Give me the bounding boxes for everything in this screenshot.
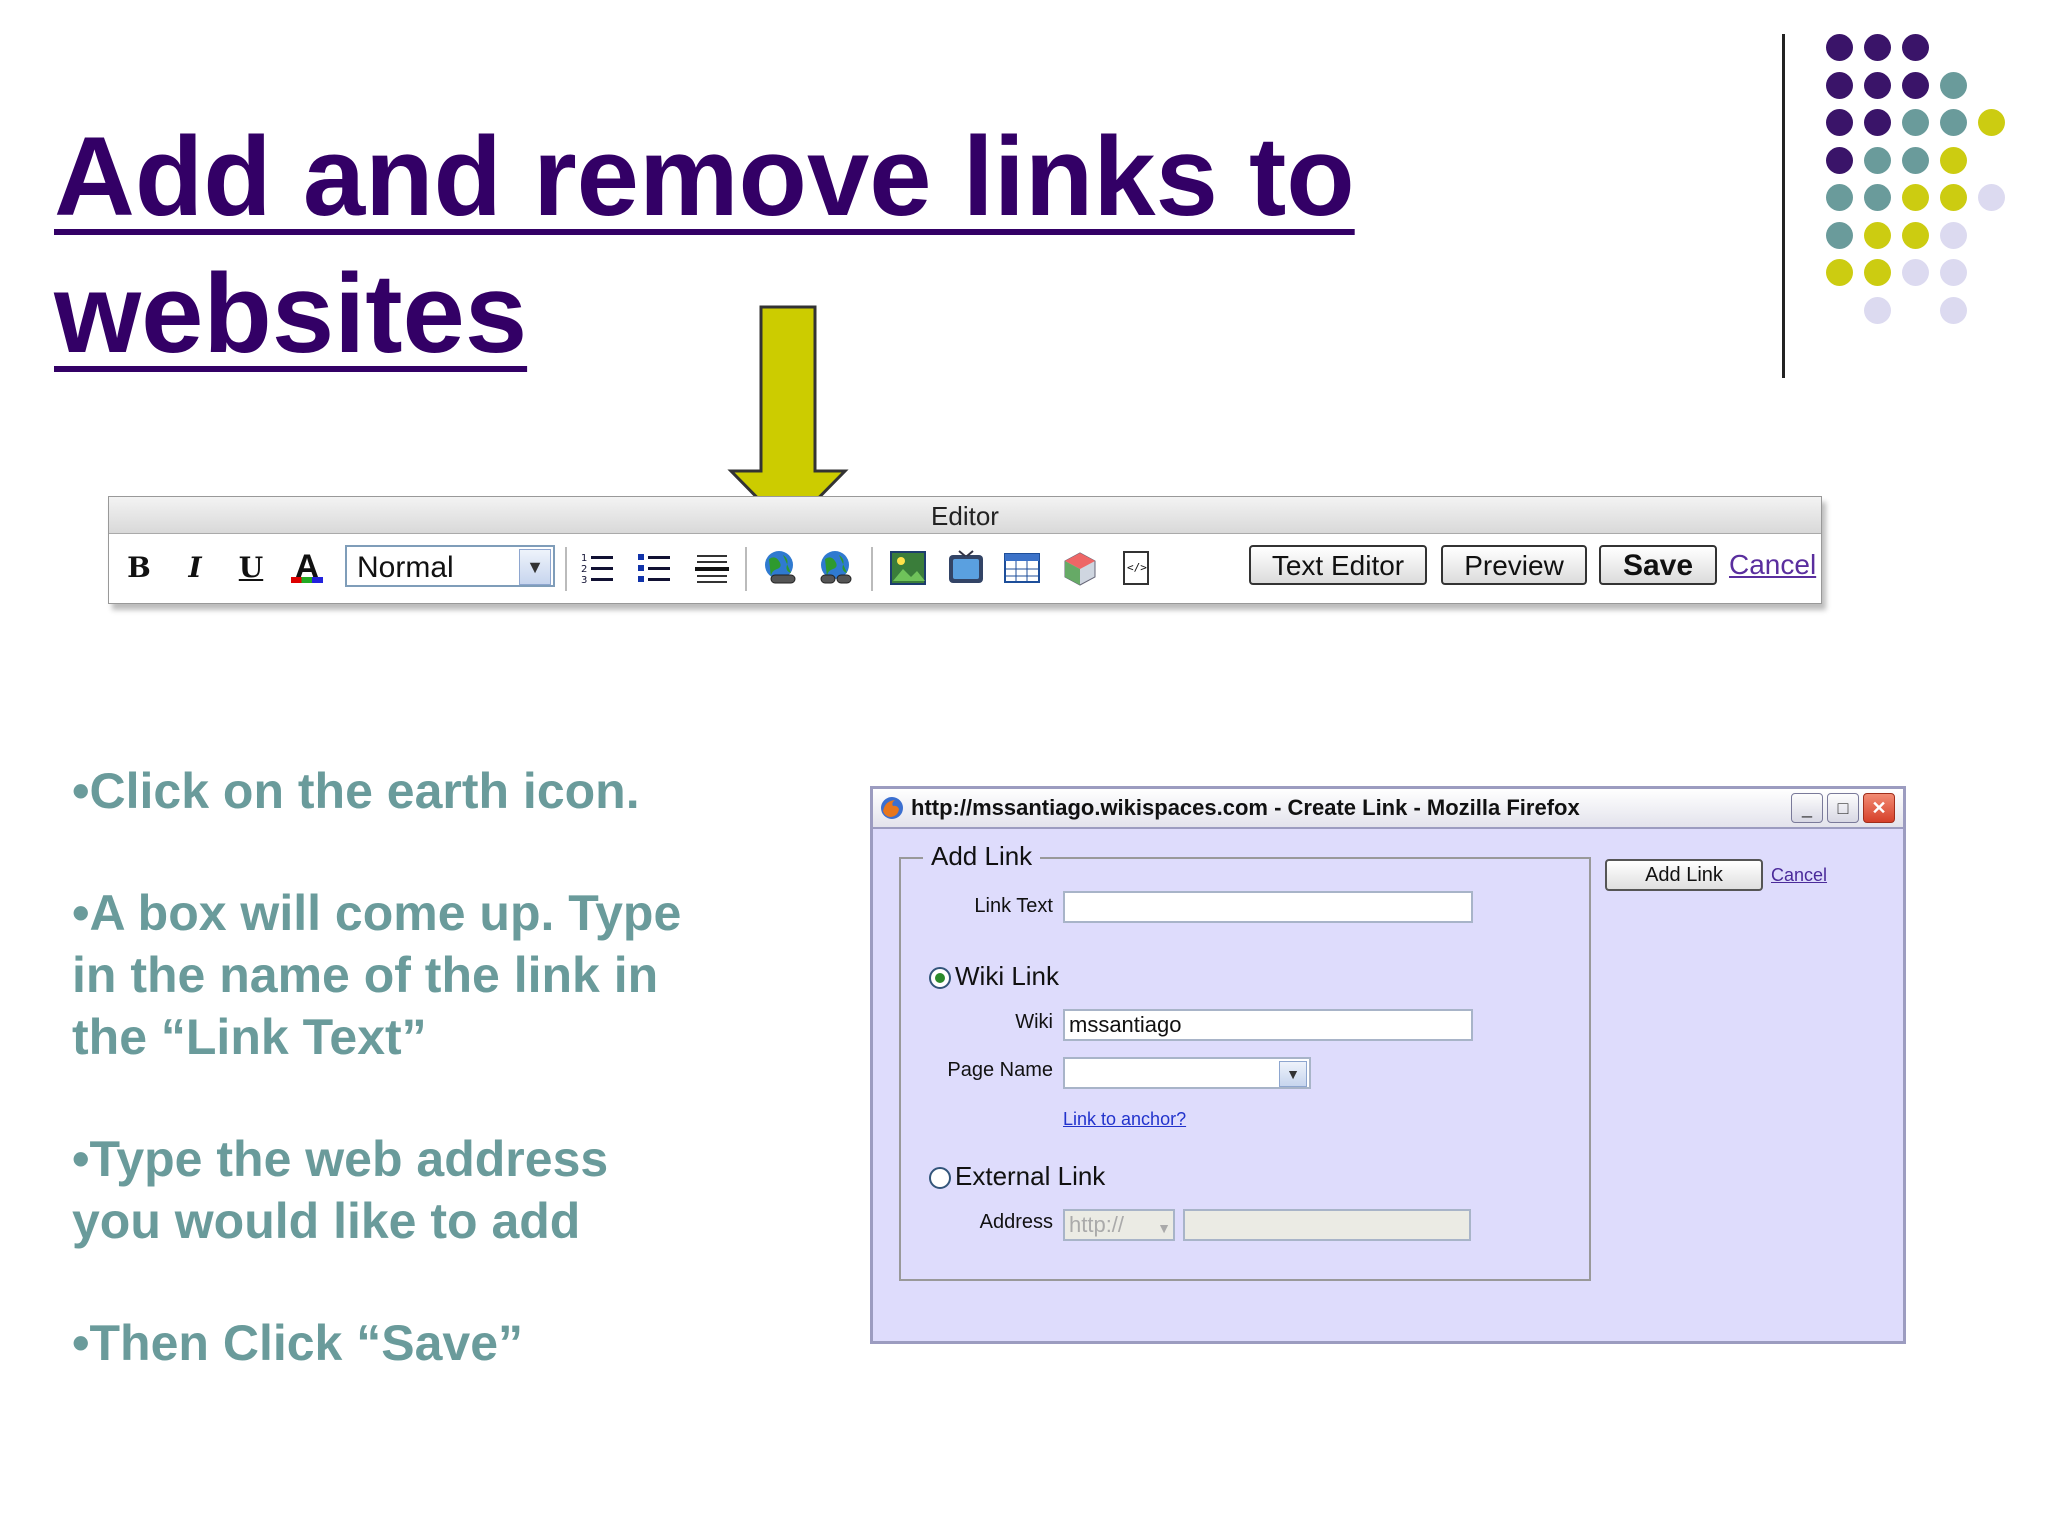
italic-button[interactable]: I: [173, 551, 217, 584]
maximize-button[interactable]: □: [1827, 793, 1859, 823]
text-editor-button[interactable]: Text Editor: [1249, 545, 1427, 585]
dialog-cancel-link[interactable]: Cancel: [1771, 865, 1827, 886]
bullet-item: •Type the web address you would like to …: [72, 1131, 609, 1249]
cancel-link[interactable]: Cancel: [1729, 549, 1816, 581]
remove-link-earth-icon[interactable]: [817, 549, 855, 587]
widget-cube-icon[interactable]: [1061, 549, 1099, 587]
link-text-input[interactable]: [1063, 891, 1473, 923]
image-icon[interactable]: [889, 549, 927, 587]
wiki-link-radio[interactable]: [929, 967, 951, 989]
page-name-label: Page Name: [947, 1059, 1053, 1081]
link-text-label: Link Text: [974, 895, 1053, 917]
address-protocol-select[interactable]: http:// ▼: [1063, 1209, 1175, 1241]
video-tv-icon[interactable]: [947, 549, 985, 587]
svg-text:2: 2: [581, 564, 587, 575]
underline-button[interactable]: U: [229, 551, 273, 584]
address-label: Address: [979, 1211, 1053, 1233]
horizontal-rule-icon[interactable]: [693, 549, 731, 587]
create-link-dialog: http://mssantiago.wikispaces.com - Creat…: [870, 786, 1906, 1344]
paragraph-style-select[interactable]: Normal ▼: [345, 545, 555, 587]
preview-button[interactable]: Preview: [1441, 545, 1587, 585]
external-link-label: External Link: [955, 1161, 1106, 1191]
add-link-button[interactable]: Add Link: [1605, 859, 1763, 891]
wiki-label: Wiki: [1015, 1011, 1053, 1033]
bullet-item: •Click on the earth icon.: [72, 763, 640, 819]
bullet-item: •Then Click “Save”: [72, 1315, 524, 1371]
editor-toolbar: Editor B I U A Normal ▼ 1 2 3 </> Text E…: [108, 496, 1822, 604]
toolbar-separator: [745, 547, 747, 591]
table-icon[interactable]: [1003, 549, 1041, 587]
chevron-down-icon: ▼: [1279, 1061, 1307, 1087]
close-button[interactable]: ✕: [1863, 793, 1895, 823]
link-to-anchor-link[interactable]: Link to anchor?: [1063, 1109, 1186, 1130]
editor-header: Editor: [109, 497, 1821, 534]
wiki-input[interactable]: mssantiago: [1063, 1009, 1473, 1041]
add-link-legend: Add Link: [923, 841, 1041, 872]
embed-code-icon[interactable]: </>: [1117, 549, 1155, 587]
color-bar: [291, 576, 323, 583]
paragraph-style-value: Normal: [357, 551, 454, 584]
dialog-titlebar: http://mssantiago.wikispaces.com - Creat…: [873, 789, 1903, 829]
wiki-link-label: Wiki Link: [955, 961, 1060, 991]
radio-selected-dot: [935, 973, 945, 983]
bullet-item: •A box will come up. Type in the name of…: [72, 885, 682, 1065]
toolbar-separator: [565, 547, 567, 591]
svg-text:1: 1: [581, 553, 587, 564]
svg-text:3: 3: [581, 575, 587, 586]
address-protocol-value: http://: [1069, 1212, 1125, 1237]
bold-button[interactable]: B: [117, 551, 161, 584]
external-link-radio[interactable]: [929, 1167, 951, 1189]
bullet-list-icon[interactable]: [635, 549, 673, 587]
decorative-dot-grid: [0, 0, 2048, 400]
svg-text:</>: </>: [1127, 561, 1147, 574]
page-name-select[interactable]: ▼: [1063, 1057, 1311, 1089]
address-input[interactable]: [1183, 1209, 1471, 1241]
minimize-button[interactable]: _: [1791, 793, 1823, 823]
chevron-down-icon: ▼: [519, 549, 551, 585]
font-color-button[interactable]: A: [285, 548, 329, 587]
instruction-bullets: •Click on the earth icon. •A box will co…: [72, 760, 772, 1434]
save-button[interactable]: Save: [1599, 545, 1717, 585]
numbered-list-icon[interactable]: 1 2 3: [579, 549, 617, 587]
chevron-down-icon: ▼: [1157, 1220, 1171, 1236]
dialog-title: http://mssantiago.wikispaces.com - Creat…: [911, 795, 1580, 820]
add-link-earth-icon[interactable]: [761, 549, 799, 587]
toolbar-separator: [871, 547, 873, 591]
firefox-icon: [881, 797, 903, 819]
